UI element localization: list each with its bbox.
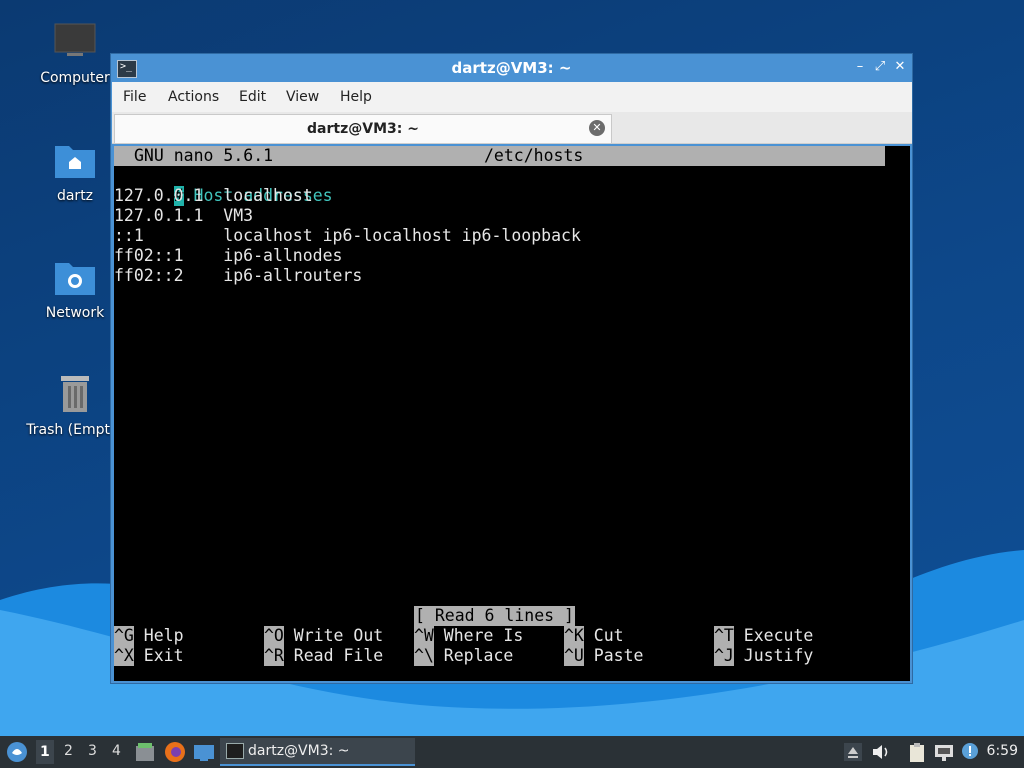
network-icon[interactable]	[933, 741, 955, 763]
shortcut-key: ^K	[564, 626, 584, 646]
file-line: ::1 localhost ip6-localhost ip6-loopback	[114, 226, 581, 245]
taskbar-task-terminal[interactable]: dartz@VM3: ~	[220, 738, 415, 766]
file-line: ff02::1 ip6-allnodes	[114, 246, 343, 265]
home-folder-icon	[53, 140, 97, 180]
shortcut-exit: ^X Exit	[114, 646, 184, 666]
workspace-3[interactable]: 3	[88, 743, 97, 759]
menu-view[interactable]: View	[286, 89, 319, 105]
shortcut-label: Execute	[733, 626, 814, 645]
volume-icon[interactable]	[870, 741, 892, 763]
file-manager-icon[interactable]	[134, 741, 156, 763]
shortcut-label: Write Out	[283, 626, 384, 645]
shortcut-key: ^O	[264, 626, 284, 646]
shortcut-key: ^G	[114, 626, 134, 646]
minimize-button[interactable]: –	[851, 58, 869, 76]
taskbar: 1 2 3 4 dartz@VM3: ~ 6:59	[0, 736, 1024, 768]
updates-icon[interactable]	[960, 741, 982, 763]
terminal-icon	[226, 743, 244, 759]
workspace-4[interactable]: 4	[112, 743, 121, 759]
file-line: 127.0.0.1 localhost	[114, 186, 313, 205]
shortcut-justify: ^J Justify	[714, 646, 813, 666]
terminal-content[interactable]: GNU nano 5.6.1 /etc/hosts # Host address…	[114, 146, 910, 681]
shortcut-execute: ^T Execute	[714, 626, 813, 646]
shortcut-read-file: ^R Read File	[264, 646, 383, 666]
shortcut-label: Replace	[433, 646, 514, 665]
shortcut-replace: ^\ Replace	[414, 646, 513, 666]
file-line: 127.0.1.1 VM3	[114, 206, 254, 225]
network-folder-icon	[53, 257, 97, 297]
eject-icon[interactable]	[842, 741, 864, 763]
menubar: File Actions Edit View Help	[112, 82, 912, 112]
window-title: dartz@VM3: ~	[451, 59, 572, 77]
start-menu-icon[interactable]	[6, 741, 28, 763]
menu-help[interactable]: Help	[340, 89, 372, 105]
nano-filename: /etc/hosts	[484, 146, 584, 165]
shortcut-label: Exit	[133, 646, 184, 665]
shortcut-help: ^G Help	[114, 626, 184, 646]
shortcut-key: ^\	[414, 646, 434, 666]
shortcut-key: ^X	[114, 646, 134, 666]
file-line: ff02::2 ip6-allrouters	[114, 266, 363, 285]
workspace-2[interactable]: 2	[64, 743, 73, 759]
tab-bar: dartz@VM3: ~ ✕	[112, 112, 912, 144]
firefox-icon[interactable]	[164, 741, 186, 763]
shortcut-key: ^W	[414, 626, 434, 646]
nano-version: GNU nano 5.6.1	[134, 146, 274, 165]
nano-title-bar: GNU nano 5.6.1 /etc/hosts	[114, 146, 885, 166]
shortcut-key: ^J	[714, 646, 734, 666]
maximize-button[interactable]: ⤢	[871, 58, 889, 76]
terminal-window: >_ dartz@VM3: ~ – ⤢ ✕ File Actions Edit …	[110, 53, 913, 684]
shortcut-where-is: ^W Where Is	[414, 626, 523, 646]
show-desktop-icon[interactable]	[193, 741, 215, 763]
close-button[interactable]: ✕	[891, 58, 909, 76]
trash-icon	[53, 374, 97, 414]
window-titlebar[interactable]: >_ dartz@VM3: ~ – ⤢ ✕	[111, 54, 912, 82]
shortcut-label: Justify	[733, 646, 814, 665]
shortcut-label: Read File	[283, 646, 384, 665]
menu-file[interactable]: File	[123, 89, 146, 105]
tab-close-icon[interactable]: ✕	[589, 120, 605, 136]
shortcut-paste: ^U Paste	[564, 646, 643, 666]
tab-title: dartz@VM3: ~	[307, 121, 419, 137]
task-label: dartz@VM3: ~	[248, 743, 350, 759]
workspace-1[interactable]: 1	[36, 740, 54, 764]
shortcut-cut: ^K Cut	[564, 626, 624, 646]
clock[interactable]: 6:59	[987, 743, 1018, 759]
clipboard-icon[interactable]	[906, 741, 928, 763]
file-line: # Host addresses	[114, 166, 333, 206]
terminal-tab[interactable]: dartz@VM3: ~ ✕	[114, 114, 612, 143]
shortcut-key: ^T	[714, 626, 734, 646]
shortcut-write-out: ^O Write Out	[264, 626, 383, 646]
shortcut-label: Cut	[583, 626, 624, 645]
shortcut-key: ^R	[264, 646, 284, 666]
menu-edit[interactable]: Edit	[239, 89, 266, 105]
shortcut-key: ^U	[564, 646, 584, 666]
shortcut-label: Help	[133, 626, 184, 645]
monitor-icon	[53, 22, 97, 62]
shortcut-label: Where Is	[433, 626, 524, 645]
nano-status-message: [ Read 6 lines ]	[414, 606, 575, 626]
menu-actions[interactable]: Actions	[168, 89, 219, 105]
shortcut-label: Paste	[583, 646, 644, 665]
